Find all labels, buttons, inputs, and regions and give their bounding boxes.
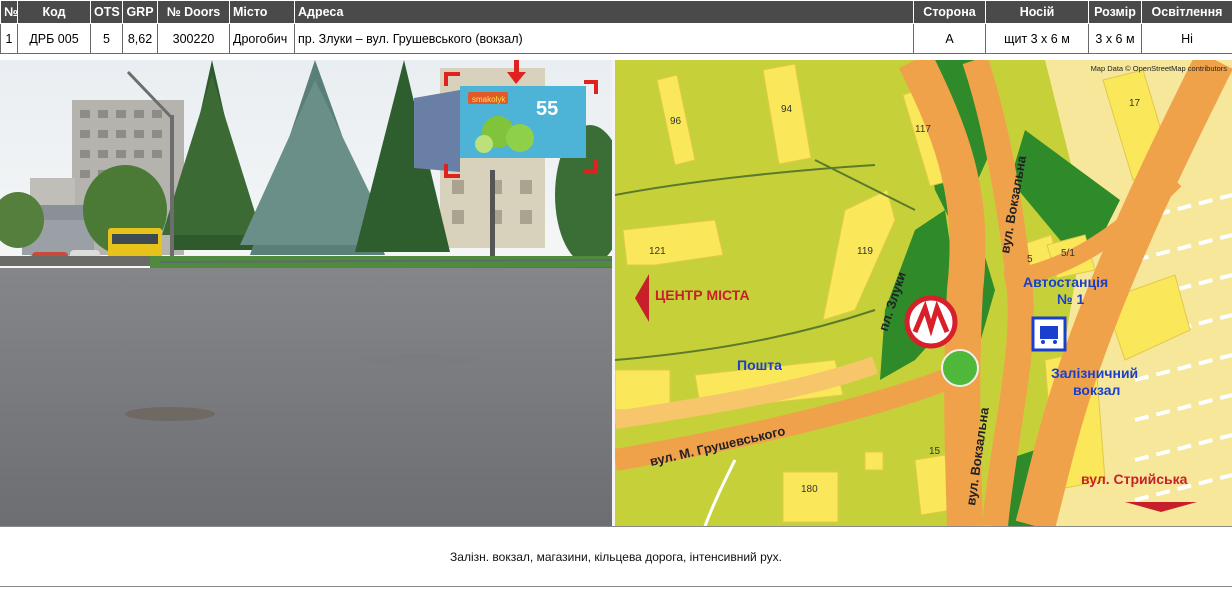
street-photo-illustration: smakolyk 55: [0, 60, 612, 526]
cell-side: А: [913, 23, 986, 54]
house-number: 96: [670, 116, 682, 127]
cell-address: пр. Злуки – вул. Грушевського (вокзал): [294, 23, 914, 54]
footer-divider-bottom: [0, 586, 1232, 587]
map-illustration: Map Data © OpenStreetMap contributors 96…: [615, 60, 1232, 526]
house-number: 180: [801, 484, 818, 495]
house-number: 5: [1027, 254, 1033, 265]
billboard-tag: smakolyk: [472, 95, 506, 104]
cell-ots: 5: [90, 23, 123, 54]
house-number: 94: [781, 104, 793, 115]
cell-grp: 8,62: [122, 23, 158, 54]
label-post: Пошта: [737, 357, 782, 373]
label-street-stryiska: вул. Стрийська: [1081, 471, 1188, 487]
label-rail-station-2: вокзал: [1073, 382, 1120, 398]
label-bus-station-number: № 1: [1057, 291, 1084, 307]
header-code: Код: [17, 0, 91, 24]
billboard-map-marker: [904, 295, 958, 349]
header-city: Місто: [229, 0, 295, 24]
house-number: 121: [649, 246, 666, 257]
header-side: Сторона: [913, 0, 986, 24]
house-number: 17: [1129, 98, 1141, 109]
info-table: № Код OTS GRP № Doors Місто Адреса Сторо…: [0, 0, 1232, 54]
cell-lighting: Ні: [1141, 23, 1232, 54]
house-number: 117: [915, 124, 931, 135]
cell-carrier: щит 3 х 6 м: [985, 23, 1089, 54]
table-row: 1 ДРБ 005 5 8,62 300220 Дрогобич пр. Злу…: [0, 23, 1232, 54]
table-header-row: № Код OTS GRP № Doors Місто Адреса Сторо…: [0, 0, 1232, 24]
map-attribution: Map Data © OpenStreetMap contributors: [1091, 64, 1228, 73]
cell-doors: 300220: [157, 23, 230, 54]
header-doors: № Doors: [157, 0, 230, 24]
billboard-price: 55: [536, 98, 558, 120]
bus-stop-icon: [1031, 316, 1067, 352]
label-bus-station: Автостанція: [1023, 274, 1108, 290]
header-number: №: [0, 0, 18, 24]
cell-number: 1: [0, 23, 18, 54]
location-description: Залізн. вокзал, магазини, кільцева дорог…: [450, 550, 782, 564]
house-number: 15: [929, 446, 941, 457]
cell-code: ДРБ 005: [17, 23, 91, 54]
header-carrier: Носій: [985, 0, 1089, 24]
header-lighting: Освітлення: [1141, 0, 1232, 24]
cell-size: 3 х 6 м: [1088, 23, 1142, 54]
label-rail-station: Залізничний: [1051, 365, 1138, 381]
header-address: Адреса: [294, 0, 914, 24]
header-grp: GRP: [122, 0, 158, 24]
cell-city: Дрогобич: [229, 23, 295, 54]
header-ots: OTS: [90, 0, 123, 24]
house-number: 119: [857, 246, 873, 257]
location-map: Map Data © OpenStreetMap contributors 96…: [615, 60, 1232, 526]
label-city-center: ЦЕНТР МІСТА: [655, 287, 750, 303]
house-number: 5/1: [1061, 248, 1075, 259]
street-photo: smakolyk 55: [0, 60, 612, 526]
header-size: Розмір: [1088, 0, 1142, 24]
footer-divider-top: [0, 526, 1232, 527]
